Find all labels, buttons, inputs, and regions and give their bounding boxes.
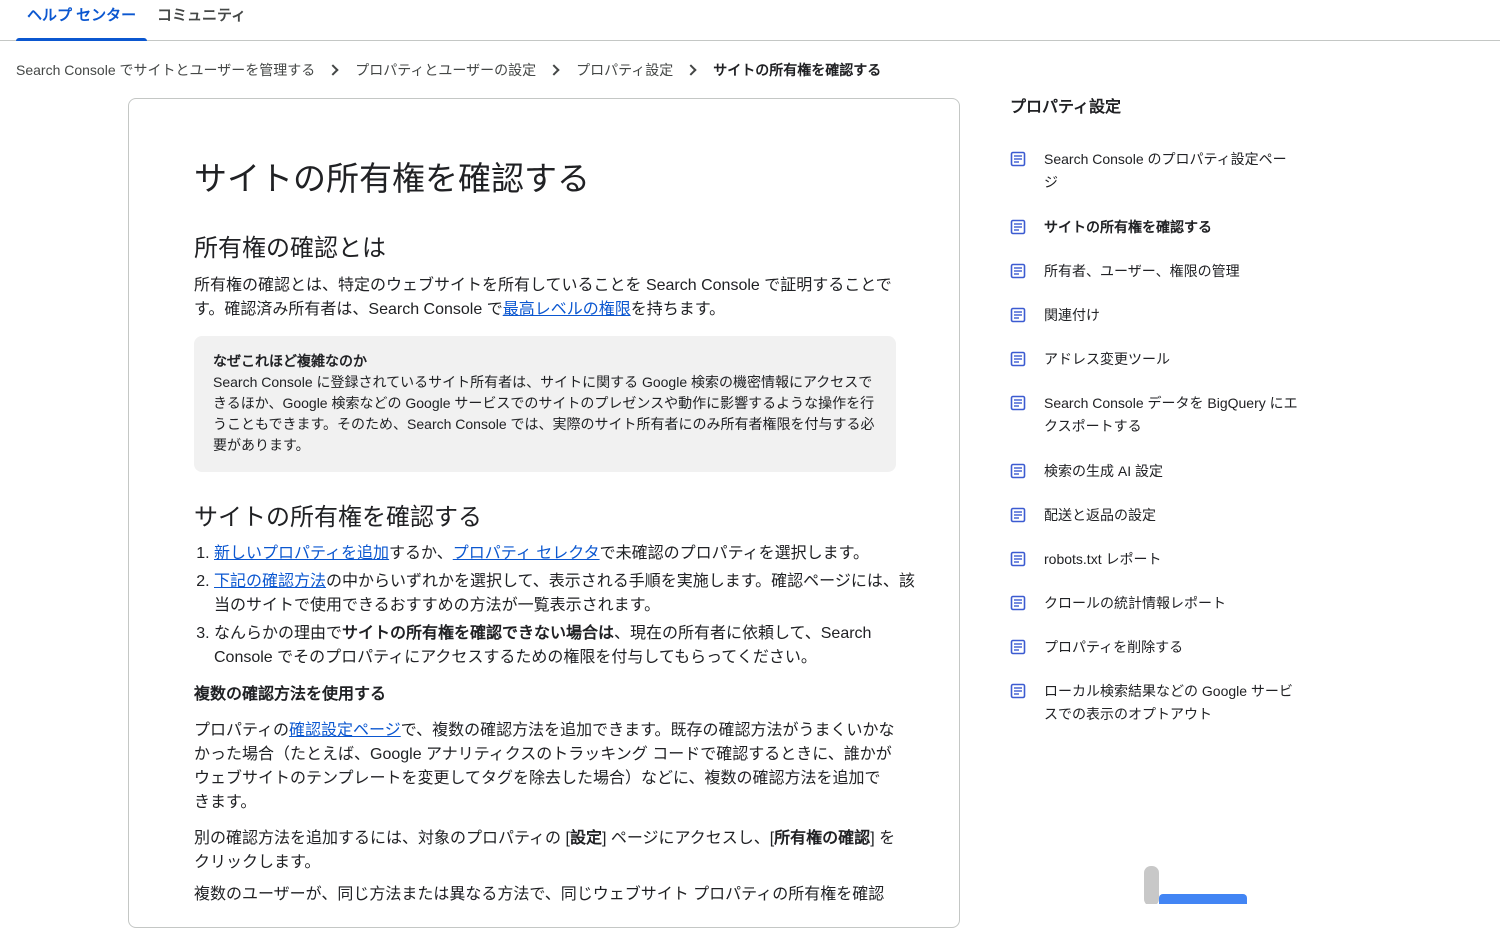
document-icon <box>1010 463 1026 479</box>
sidebar-item[interactable]: Search Console データを BigQuery にエクスポートする <box>1010 392 1300 436</box>
document-icon <box>1010 219 1026 235</box>
document-icon <box>1010 263 1026 279</box>
tab-help-center[interactable]: ヘルプ センター <box>16 0 148 41</box>
sidebar-item-label: プロパティを削除する <box>1044 639 1184 655</box>
sidebar-item[interactable]: プロパティを削除する <box>1010 636 1300 680</box>
sidebar-item-label: robots.txt レポート <box>1044 551 1162 567</box>
verification-settings-page-link[interactable]: 確認設定ページ <box>289 722 401 739</box>
tab-community[interactable]: コミュニティ <box>146 0 257 41</box>
document-icon <box>1010 507 1026 523</box>
sidebar-item[interactable]: Search Console のプロパティ設定ページ <box>1010 148 1300 192</box>
sidebar-item-label: 検索の生成 AI 設定 <box>1044 463 1164 479</box>
sidebar-item[interactable]: 関連付け <box>1010 304 1300 348</box>
text-segment: ] ページにアクセスし、[ <box>601 830 775 847</box>
sidebar-item-label: アドレス変更ツール <box>1044 351 1170 367</box>
multiple-users-paragraph: 複数のユーザーが、同じ方法または異なる方法で、同じウェブサイト プロパティの所有… <box>194 886 885 903</box>
sidebar-item-label: Search Console データを BigQuery にエクスポートする <box>1044 395 1298 434</box>
sidebar-item-label: 所有者、ユーザー、権限の管理 <box>1044 263 1240 279</box>
sidebar-item-label: 配送と返品の設定 <box>1044 507 1156 523</box>
sidebar-item-label: ローカル検索結果などの Google サービスでの表示のオプトアウト <box>1044 683 1293 722</box>
breadcrumb-item-property-user-settings[interactable]: プロパティとユーザーの設定 <box>355 60 536 80</box>
why-complex-callout: なぜこれほど複雑なのか Search Console に登録されているサイト所有… <box>194 336 896 472</box>
page-title: サイトの所有権を確認する <box>194 160 590 197</box>
top-nav: ヘルプ センター コミュニティ <box>0 0 1500 41</box>
sidebar-title: プロパティ設定 <box>1010 99 1122 116</box>
verification-description: 所有権の確認とは、特定のウェブサイトを所有していることを Search Cons… <box>194 274 896 322</box>
breadcrumb-item-current: サイトの所有権を確認する <box>713 62 882 78</box>
document-icon <box>1010 151 1026 167</box>
text-segment: プロパティの <box>194 722 290 739</box>
document-icon <box>1010 395 1026 411</box>
sidebar-item[interactable]: robots.txt レポート <box>1010 548 1300 592</box>
verification-methods-link[interactable]: 下記の確認方法 <box>214 573 326 590</box>
sidebar-item[interactable]: 検索の生成 AI 設定 <box>1010 460 1300 504</box>
chevron-right-icon <box>327 64 339 76</box>
text-segment: を持ちます。 <box>630 301 726 318</box>
list-item: なんらかの理由でサイトの所有権を確認できない場合は、現在の所有者に依頼して、Se… <box>214 622 916 670</box>
document-icon <box>1010 683 1026 699</box>
chevron-right-icon <box>685 64 697 76</box>
callout-title: なぜこれほど複雑なのか <box>213 353 367 369</box>
document-icon <box>1010 595 1026 611</box>
text-segment: するか、 <box>389 545 453 562</box>
sidebar-item[interactable]: クロールの統計情報レポート <box>1010 592 1300 636</box>
callout-text: Search Console に登録されているサイト所有者は、サイトに関する G… <box>213 374 875 453</box>
text-segment: なんらかの理由で <box>214 625 343 642</box>
document-icon <box>1010 307 1026 323</box>
text-segment-bold: 所有権の確認 <box>774 830 871 847</box>
sidebar-item[interactable]: ローカル検索結果などの Google サービスでの表示のオプトアウト <box>1010 680 1300 724</box>
illustration <box>1144 866 1247 904</box>
article-card: サイトの所有権を確認する 所有権の確認とは 所有権の確認とは、特定のウェブサイト… <box>128 98 960 928</box>
multiple-methods-description: プロパティの確認設定ページで、複数の確認方法を追加できます。既存の確認方法がうま… <box>194 719 896 815</box>
sidebar-item-label: 関連付け <box>1044 307 1100 323</box>
section-heading-verify-ownership: サイトの所有権を確認する <box>194 504 482 531</box>
breadcrumb-item-property-settings[interactable]: プロパティ設定 <box>576 60 673 80</box>
text-segment-bold: サイトの所有権を確認できない場合は <box>342 625 615 642</box>
add-new-property-link[interactable]: 新しいプロパティを追加 <box>214 545 389 562</box>
breadcrumb: Search Console でサイトとユーザーを管理する プロパティとユーザー… <box>16 58 881 82</box>
text-segment: 別の確認方法を追加するには、対象のプロパティの [ <box>194 830 570 847</box>
text-segment-bold: 設定 <box>569 830 602 847</box>
document-icon <box>1010 551 1026 567</box>
property-selector-link[interactable]: プロパティ セレクタ <box>453 545 600 562</box>
verification-steps: 新しいプロパティを追加するか、プロパティ セレクタで未確認のプロパティを選択しま… <box>194 542 916 674</box>
list-item: 下記の確認方法の中からいずれかを選択して、表示される手順を実施します。確認ページ… <box>214 570 916 618</box>
sidebar-item[interactable]: 配送と返品の設定 <box>1010 504 1300 548</box>
document-icon <box>1010 351 1026 367</box>
document-icon <box>1010 639 1026 655</box>
text-segment: で未確認のプロパティを選択します。 <box>599 545 870 562</box>
sidebar-item[interactable]: サイトの所有権を確認する <box>1010 216 1300 260</box>
add-method-instructions: 別の確認方法を追加するには、対象のプロパティの [設定] ページにアクセスし、[… <box>194 827 896 875</box>
sidebar-item-label: クロールの統計情報レポート <box>1044 595 1226 611</box>
sidebar-item-label: Search Console のプロパティ設定ページ <box>1044 151 1287 190</box>
sidebar-item[interactable]: 所有者、ユーザー、権限の管理 <box>1010 260 1300 304</box>
list-item: 新しいプロパティを追加するか、プロパティ セレクタで未確認のプロパティを選択しま… <box>214 542 916 566</box>
section-heading-multiple-methods: 複数の確認方法を使用する <box>194 686 387 703</box>
breadcrumb-item-manage[interactable]: Search Console でサイトとユーザーを管理する <box>16 60 315 80</box>
highest-permission-link[interactable]: 最高レベルの権限 <box>503 301 631 318</box>
sidebar-item[interactable]: アドレス変更ツール <box>1010 348 1300 392</box>
section-heading-what-is-verification: 所有権の確認とは <box>194 235 386 262</box>
chevron-right-icon <box>548 64 560 76</box>
sidebar-item-label: サイトの所有権を確認する <box>1044 219 1212 235</box>
